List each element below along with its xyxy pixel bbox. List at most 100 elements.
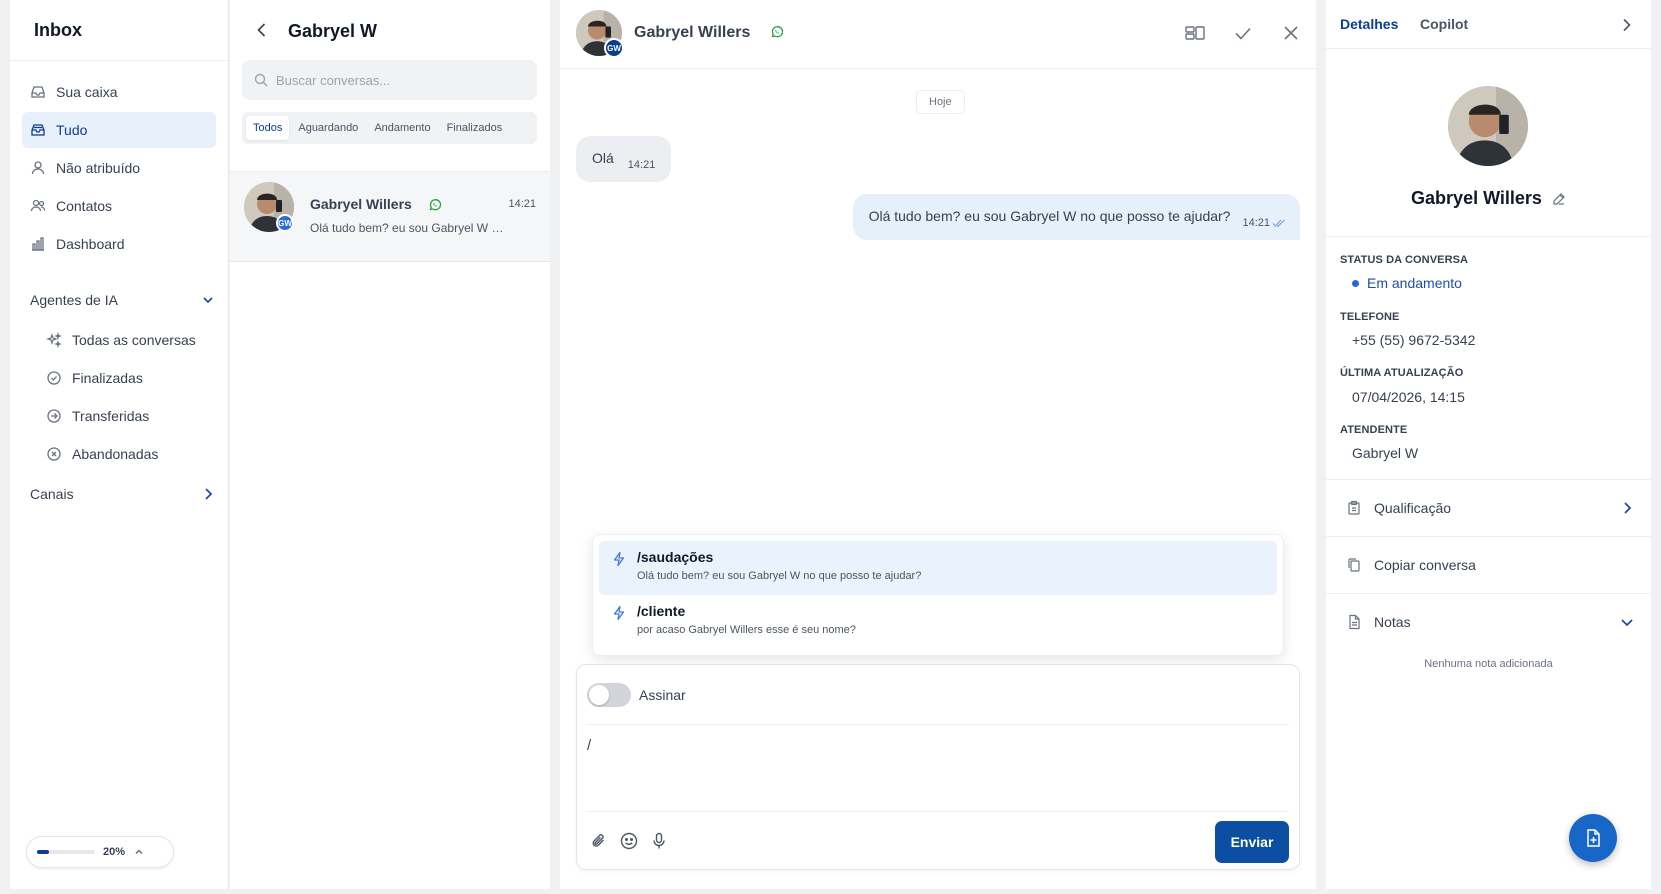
notes-empty-state: Nenhuma nota adicionada [1424,658,1553,670]
sidebar-item-tudo[interactable]: Tudo [22,112,216,148]
close-icon[interactable] [1280,22,1302,44]
conversation-preview: Olá tudo bem? eu sou Gabryel W no que po… [310,221,510,235]
assignee-badge: GW [604,38,624,58]
zoom-slider[interactable] [37,850,95,854]
zoom-control[interactable]: 20% [26,836,174,868]
sidebar-item-todas-conversas[interactable]: Todas as conversas [38,322,216,358]
message-input[interactable]: / [587,733,1287,803]
chevron-down-icon [203,297,213,304]
composer-divider [587,811,1289,812]
assignee-badge: GW [276,214,294,232]
sidebar-item-label: Contatos [56,198,113,214]
updated-value: 07/04/2026, 14:15 [1352,389,1465,405]
copy-conversation-row[interactable]: Copiar conversa [1326,537,1651,593]
status-text: Em andamento [1367,275,1462,291]
row-label: Notas [1374,614,1411,630]
sidebar-item-sua-caixa[interactable]: Sua caixa [22,74,216,110]
outgoing-message: Olá tudo bem? eu sou Gabryel W no que po… [852,194,1300,240]
row-label: Copiar conversa [1374,557,1476,573]
qualificacao-row[interactable]: Qualificação [1326,480,1651,536]
agent-value: Gabryel W [1352,445,1419,461]
sidebar-item-label: Sua caixa [56,84,118,100]
sparkles-icon [46,332,62,348]
quick-reply-text: Olá tudo bem? eu sou Gabryel W no que po… [637,570,922,582]
chevron-right-icon [1624,502,1632,514]
search-box[interactable] [242,60,537,100]
quick-reply-command: /cliente [637,603,686,619]
zoom-value: 20% [103,846,126,858]
sidebar-item-label: Abandonadas [72,446,159,462]
tab-finalizados[interactable]: Finalizados [440,116,510,140]
tab-todos[interactable]: Todos [246,116,290,140]
message-time: 14:21 [1242,217,1270,229]
emoji-icon[interactable] [619,831,639,851]
quick-reply-item[interactable]: /saudações Olá tudo bem? eu sou Gabryel … [599,541,1277,595]
file-plus-icon [1587,829,1600,847]
arrow-circle-icon [47,409,61,423]
add-note-button[interactable] [1569,814,1617,862]
conversation-item[interactable]: GW [230,172,550,262]
document-icon [1349,614,1360,630]
status-value: Em andamento [1352,275,1462,291]
conversation-list-panel: Gabryel W Todos Aguardando Andamento Fin… [230,0,550,889]
chevron-down-icon [1621,619,1633,627]
quick-reply-command: /saudações [637,549,714,565]
message-text: Olá tudo bem? eu sou Gabryel W no que po… [868,208,1231,224]
day-separator: Hoje [916,90,965,114]
message-composer: Assinar / Enviar [576,664,1300,870]
back-arrow-icon[interactable] [252,20,272,40]
sidebar-item-dashboard[interactable]: Dashboard [22,226,216,262]
incoming-message: Olá 14:21 [576,136,672,182]
chat-header: GW Gabryel Willers [560,0,1316,69]
status-dot [1352,279,1359,287]
agent-label: ATENDENTE [1340,424,1408,436]
tab-detalhes[interactable]: Detalhes [1340,16,1398,32]
microphone-icon[interactable] [649,831,669,851]
sidebar-section-canais[interactable]: Canais [30,480,216,508]
contact-name: Gabryel Willers [634,24,751,41]
quick-reply-item[interactable]: /cliente por acaso Gabryel Willers esse … [599,595,1277,649]
sign-toggle-label: Assinar [639,687,686,703]
quick-replies-menu: /saudações Olá tudo bem? eu sou Gabryel … [592,534,1284,656]
tab-andamento[interactable]: Andamento [367,116,437,140]
send-button[interactable]: Enviar [1215,821,1289,863]
tab-copilot[interactable]: Copilot [1420,16,1468,32]
status-label: STATUS DA CONVERSA [1340,254,1469,266]
check-icon[interactable] [1232,22,1254,44]
notes-row[interactable]: Notas [1326,594,1651,650]
sidebar-item-contatos[interactable]: Contatos [22,188,216,224]
paperclip-icon[interactable] [589,831,609,851]
chevron-up-icon[interactable] [133,846,145,858]
edit-icon[interactable] [1552,192,1566,206]
sidebar-item-transferidas[interactable]: Transferidas [38,398,216,434]
sidebar-section-agentes-ia[interactable]: Agentes de IA [30,286,216,314]
composer-divider [587,724,1289,725]
chevron-right-icon[interactable] [1617,16,1635,34]
row-label: Qualificação [1374,500,1452,516]
sidebar-item-abandonadas[interactable]: Abandonadas [38,436,216,472]
contact-name: Gabryel Willers [1411,188,1542,208]
details-panel: Detalhes Copilot Gabryel Willers STATUS … [1326,0,1651,889]
sidebar-item-nao-atribuido[interactable]: Não atribuído [22,150,216,186]
search-input[interactable] [276,72,516,88]
whatsapp-icon [429,199,442,211]
sidebar-item-label: Não atribuído [56,160,141,176]
message-text: Olá [592,150,614,166]
section-label: Agentes de IA [30,292,118,308]
zoom-fill [37,850,49,854]
tab-aguardando[interactable]: Aguardando [291,116,365,140]
x-circle-icon [47,447,61,461]
sidebar-item-finalizadas[interactable]: Finalizadas [38,360,216,396]
copy-icon [1348,558,1360,572]
sidebar-divider [10,60,228,61]
clipboard-icon [1348,500,1360,515]
layout-toggle-icon[interactable] [1184,22,1206,44]
sidebar-item-label: Transferidas [72,408,150,424]
sidebar-item-label: Dashboard [56,236,125,252]
phone-label: TELEFONE [1340,311,1400,323]
users-icon [30,199,46,212]
sign-toggle[interactable] [587,683,631,707]
sidebar-item-label: Todas as conversas [72,332,196,348]
status-tabs: Todos Aguardando Andamento Finalizados [242,112,537,144]
bar-chart-icon [32,237,44,251]
